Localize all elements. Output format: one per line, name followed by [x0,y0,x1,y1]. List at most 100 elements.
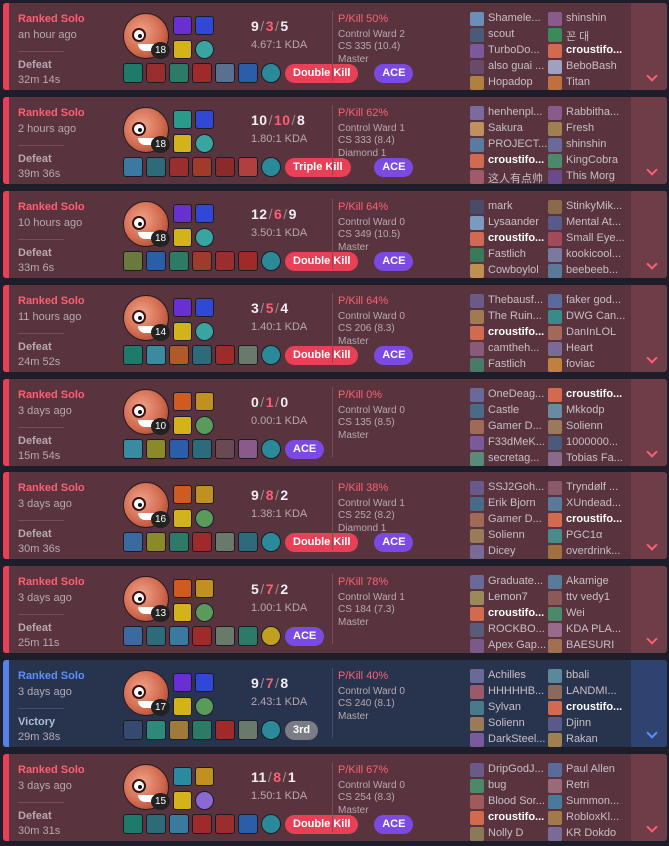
expand-button[interactable] [631,566,667,653]
player-name[interactable]: Solienn [566,420,603,432]
item-icon[interactable] [238,63,258,83]
rune-icon[interactable] [173,416,192,435]
item-icon[interactable] [146,439,166,459]
player-name[interactable]: Fresh [566,122,594,134]
player-name[interactable]: croustifo... [488,232,544,244]
ward-icon[interactable] [261,251,281,271]
player-name[interactable]: faker god... [566,294,621,306]
match-card[interactable]: Ranked Solo 2 hours ago Defeat 39m 36s 18 10/… [3,97,667,184]
item-icon[interactable] [215,439,235,459]
item-icon[interactable] [238,157,258,177]
player-name[interactable]: Fastlich [488,248,526,260]
player-name[interactable]: secretag... [488,452,539,464]
item-icon[interactable] [146,814,166,834]
player-name[interactable]: Cowboylol [488,264,539,276]
item-icon[interactable] [123,439,143,459]
rune-icon[interactable] [173,603,192,622]
item-icon[interactable] [123,157,143,177]
player-name[interactable]: overdrink... [566,545,620,557]
summoner-spell-icon[interactable] [173,673,192,692]
match-card[interactable]: Ranked Solo 3 days ago Defeat 30m 31s 15 11/8… [3,754,667,841]
player-name[interactable]: Apex Gap... [488,639,546,651]
player-name[interactable]: Erik Bjorn [488,497,536,509]
item-icon[interactable] [146,532,166,552]
player-name[interactable]: Graduate... [488,575,543,587]
match-card[interactable]: Ranked Solo an hour ago Defeat 32m 14s 18 9/3… [3,3,667,90]
item-icon[interactable] [192,157,212,177]
player-name[interactable]: croustifo... [566,701,622,713]
item-icon[interactable] [146,720,166,740]
expand-button[interactable] [631,472,667,559]
player-name[interactable]: OneDeag... [488,388,544,400]
player-name[interactable]: 这人有点帅 [488,170,543,184]
match-card[interactable]: Ranked Solo 10 hours ago Defeat 33m 6s 18 12/… [3,191,667,278]
item-icon[interactable] [192,814,212,834]
match-card[interactable]: Ranked Solo 3 days ago Defeat 30m 36s 16 9/8/… [3,472,667,559]
item-icon[interactable] [238,345,258,365]
player-name[interactable]: Rabbitha... [566,106,619,118]
item-icon[interactable] [238,720,258,740]
match-card[interactable]: Ranked Solo 3 days ago Defeat 15m 54s 10 0/1/… [3,379,667,466]
player-name[interactable]: croustifo... [566,388,622,400]
summoner-spell-icon[interactable] [195,16,214,35]
item-icon[interactable] [192,626,212,646]
player-name[interactable]: 꼰 대 [566,28,589,44]
item-icon[interactable] [215,251,235,271]
item-icon[interactable] [123,532,143,552]
player-name[interactable]: Paul Allen [566,763,615,775]
item-icon[interactable] [238,626,258,646]
player-name[interactable]: bbali [566,669,589,681]
item-icon[interactable] [123,814,143,834]
rune-icon[interactable] [195,697,214,716]
player-name[interactable]: Small Eye... [566,232,625,244]
player-name[interactable]: camtheh... [488,342,539,354]
player-name[interactable]: SSJ2Goh... [488,481,544,493]
item-icon[interactable] [169,532,189,552]
summoner-spell-icon[interactable] [195,767,214,786]
player-name[interactable]: Gamer D... [488,513,542,525]
player-name[interactable]: bug [488,779,506,791]
item-icon[interactable] [146,63,166,83]
player-name[interactable]: TurboDo... [488,44,540,56]
player-name[interactable]: Akamige [566,575,609,587]
player-name[interactable]: Mkkodp [566,404,605,416]
player-name[interactable]: Hopadop [488,76,533,88]
player-name[interactable]: Tryndølf ... [566,481,618,493]
item-icon[interactable] [192,720,212,740]
player-name[interactable]: Lysaander [488,216,539,228]
player-name[interactable]: mark [488,200,512,212]
player-name[interactable]: ttv vedy1 [566,591,610,603]
ward-icon[interactable] [261,626,281,646]
player-name[interactable]: PGC1α [566,529,602,541]
item-icon[interactable] [169,814,189,834]
summoner-spell-icon[interactable] [173,392,192,411]
rune-icon[interactable] [173,322,192,341]
summoner-spell-icon[interactable] [173,16,192,35]
player-name[interactable]: StinkyMik... [566,200,622,212]
summoner-spell-icon[interactable] [173,204,192,223]
rune-icon[interactable] [195,134,214,153]
player-name[interactable]: KR Dokdo [566,827,616,839]
ward-icon[interactable] [261,814,281,834]
item-icon[interactable] [215,345,235,365]
item-icon[interactable] [215,626,235,646]
expand-button[interactable] [631,379,667,466]
rune-icon[interactable] [173,228,192,247]
player-name[interactable]: kookicool... [566,248,621,260]
player-name[interactable]: HHHHHB... [488,685,544,697]
player-name[interactable]: Fastlich [488,358,526,370]
item-icon[interactable] [169,63,189,83]
player-name[interactable]: Sylvan [488,701,521,713]
ward-icon[interactable] [261,532,281,552]
item-icon[interactable] [169,626,189,646]
player-name[interactable]: Shamele... [488,12,541,24]
rune-icon[interactable] [195,509,214,528]
ward-icon[interactable] [261,157,281,177]
item-icon[interactable] [123,251,143,271]
player-name[interactable]: RobloxKl... [566,811,619,823]
player-name[interactable]: The Ruin... [488,310,542,322]
summoner-spell-icon[interactable] [195,298,214,317]
player-name[interactable]: Retri [566,779,589,791]
player-name[interactable]: foviac [566,358,595,370]
item-icon[interactable] [146,251,166,271]
